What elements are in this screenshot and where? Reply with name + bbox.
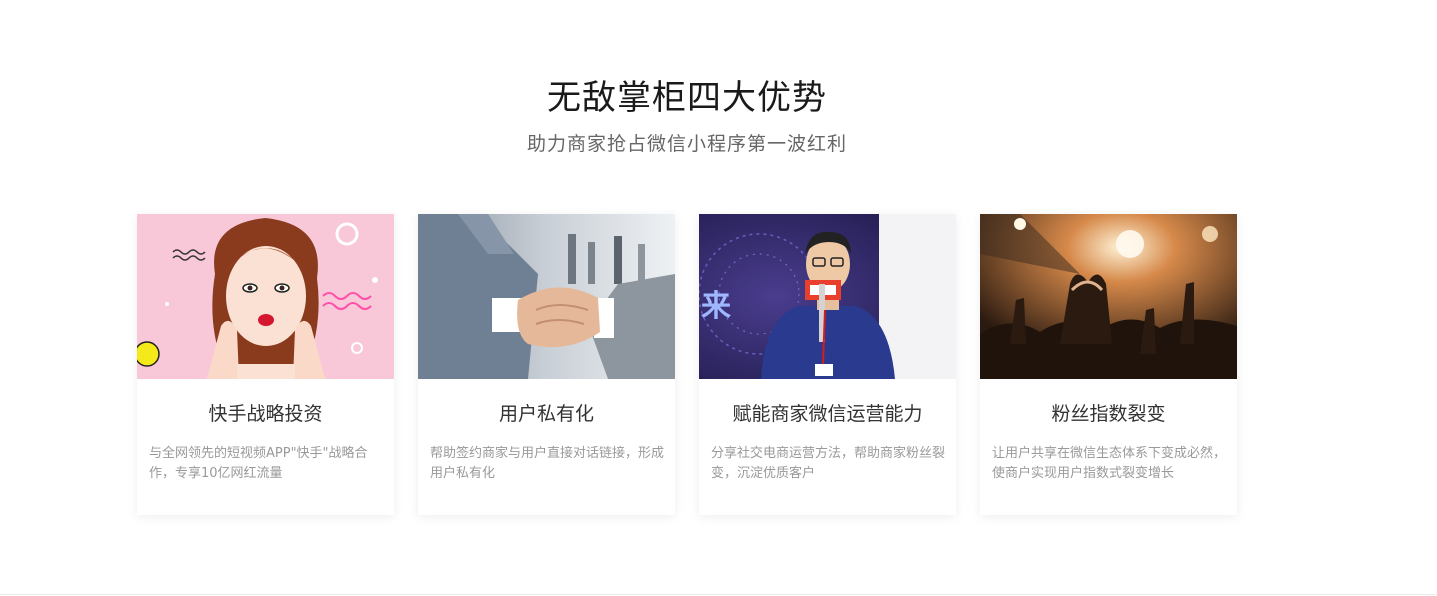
card-title: 赋能商家微信运营能力	[732, 403, 923, 425]
advantage-card-wechat-ops[interactable]: 来 赋能商家微信运营能力 分享社交电商运营方法，帮助商家粉丝裂变，沉淀优质客户	[699, 214, 956, 515]
card-description: 与全网领先的短视频APP"快手"战略合作，专享10亿网红流量	[149, 446, 368, 481]
advantages-section: 无敌掌柜四大优势 助力商家抢占微信小程序第一波红利 快手战略投资 与全网领先的短…	[0, 0, 1437, 596]
advantage-card-fan-fission[interactable]: 粉丝指数裂变 让用户共享在微信生态体系下变成必然，使商户实现用户指数式裂变增长	[980, 214, 1237, 515]
card-title: 粉丝指数裂变	[1051, 403, 1166, 425]
handshake-photo	[418, 214, 675, 379]
card-title: 用户私有化	[498, 403, 594, 425]
card-title: 快手战略投资	[208, 403, 323, 425]
svg-text:来: 来	[701, 289, 731, 324]
section-title: 无敌掌柜四大优势	[547, 78, 827, 118]
woman-surprised-photo	[137, 214, 394, 379]
card-description: 分享社交电商运营方法，帮助商家粉丝裂变，沉淀优质客户	[711, 446, 946, 481]
speaker-on-stage-photo: 来	[699, 214, 956, 379]
concert-crowd-photo	[980, 214, 1237, 379]
advantage-card-private-users[interactable]: 用户私有化 帮助签约商家与用户直接对话链接，形成用户私有化	[418, 214, 675, 515]
advantage-card-kuaishou[interactable]: 快手战略投资 与全网领先的短视频APP"快手"战略合作，专享10亿网红流量	[137, 214, 394, 515]
card-description: 让用户共享在微信生态体系下变成必然，使商户实现用户指数式裂变增长	[992, 446, 1227, 481]
section-subtitle: 助力商家抢占微信小程序第一波红利	[526, 133, 847, 155]
card-description: 帮助签约商家与用户直接对话链接，形成用户私有化	[430, 446, 665, 481]
section-divider	[0, 594, 1437, 595]
